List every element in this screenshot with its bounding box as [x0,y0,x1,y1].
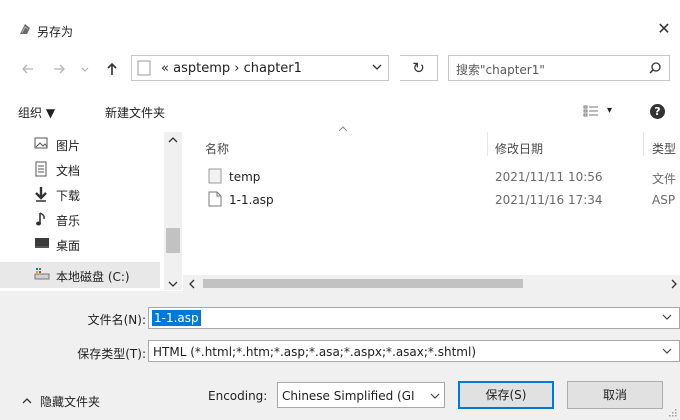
sidebar-item-downloads[interactable]: 下载 [0,183,160,207]
encoding-label: Encoding: [208,389,268,403]
sidebar-item-label: 下载 [56,189,81,203]
app-icon [18,22,32,36]
scroll-up-icon[interactable] [168,136,178,144]
save-button[interactable]: 保存(S) [458,381,554,409]
sidebar-item-label: 图片 [56,139,81,153]
sidebar-scroll-thumb[interactable] [166,228,180,253]
forward-arrow-icon[interactable] [51,61,67,77]
recent-locations-icon[interactable] [80,61,90,77]
file-type: ASP [652,193,676,207]
documents-icon [34,161,48,177]
help-icon[interactable]: ? [650,104,665,119]
back-arrow-icon[interactable] [20,61,36,77]
column-header-name[interactable]: 名称 [205,140,229,157]
sidebar-item-label: 本地磁盘 (C:) [56,270,130,284]
folder-location-icon [137,60,151,76]
collapse-chevron-icon[interactable] [22,397,32,405]
filetype-value[interactable]: HTML (*.html;*.htm;*.asp;*.asa;*.aspx;*.… [153,345,476,359]
search-icon[interactable] [648,61,662,75]
column-divider[interactable] [643,132,644,156]
sidebar-scrollbar[interactable] [164,132,182,290]
drive-icon [34,267,50,281]
file-row-temp[interactable] [200,166,680,188]
pictures-icon [34,136,48,150]
view-options-icon[interactable] [583,104,599,118]
up-arrow-icon[interactable] [104,61,120,77]
scroll-right-icon[interactable] [670,279,678,289]
column-divider[interactable] [487,132,488,156]
breadcrumb-asptemp[interactable]: asptemp [173,61,230,76]
file-date: 2021/11/16 17:34 [495,193,603,207]
close-button[interactable]: ✕ [650,18,678,40]
file-name[interactable]: temp [229,170,260,184]
refresh-button[interactable]: ↻ [400,55,438,81]
filename-dropdown-icon[interactable] [662,312,672,322]
breadcrumb-separator[interactable]: › [234,61,239,76]
hide-folders-toggle[interactable]: 隐藏文件夹 [40,393,100,410]
scroll-left-icon[interactable] [188,279,196,289]
sidebar-item-pictures[interactable]: 图片 [0,133,160,157]
new-folder-button[interactable]: 新建文件夹 [105,104,165,121]
file-type: 文件 [652,172,677,186]
filename-label: 文件名(N): [87,313,146,327]
filename-input[interactable] [148,307,680,329]
title-bar [0,0,680,42]
encoding-dropdown-icon[interactable] [430,391,440,401]
sidebar-item-label: 音乐 [56,214,81,228]
sidebar-item-label: 文档 [56,164,81,178]
sidebar-item-documents[interactable]: 文档 [0,158,160,182]
address-dropdown-icon[interactable] [371,61,383,73]
file-date: 2021/11/11 10:56 [495,170,603,184]
scroll-down-icon[interactable] [168,280,178,288]
organize-menu[interactable]: 组织 ▼ [18,104,55,121]
sidebar-item-label: 桌面 [56,239,81,253]
cancel-button[interactable]: 取消 [567,381,663,409]
filetype-label: 保存类型(T): [77,347,146,361]
file-name[interactable]: 1-1.asp [229,193,274,207]
view-dropdown-icon[interactable]: ▾ [607,105,612,116]
desktop-icon [34,236,50,250]
breadcrumb-chapter1[interactable]: chapter1 [244,61,302,76]
folder-icon [208,168,222,184]
horizontal-scroll-thumb[interactable] [203,279,523,288]
encoding-value[interactable]: Chinese Simplified (GI [282,389,427,403]
filetype-dropdown-icon[interactable] [662,346,672,356]
search-placeholder[interactable]: 搜索"chapter1" [456,61,545,78]
sidebar-item-desktop[interactable]: 桌面 [0,233,160,257]
music-icon [34,211,48,227]
filename-value[interactable]: 1-1.asp [152,310,201,326]
window-title: 另存为 [37,25,74,39]
sidebar-item-local-disk[interactable]: 本地磁盘 (C:) [0,262,160,288]
column-header-type[interactable]: 类型 [652,140,676,157]
breadcrumb[interactable]: « asptemp › chapter1 [161,61,302,76]
downloads-icon [34,186,48,202]
file-icon [208,191,222,207]
breadcrumb-overflow[interactable]: « [161,61,169,76]
resize-grip-icon[interactable] [668,408,678,418]
column-header-date[interactable]: 修改日期 [495,140,543,157]
sidebar-item-music[interactable]: 音乐 [0,208,160,232]
sort-arrow-icon [338,126,348,132]
